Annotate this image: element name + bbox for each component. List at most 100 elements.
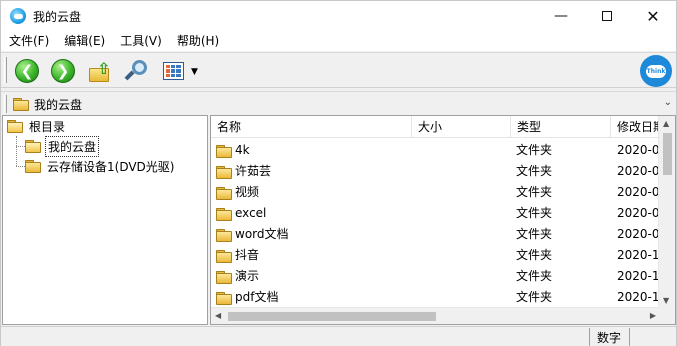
item-date: 2020-0 bbox=[617, 143, 660, 157]
toolbar-grip[interactable] bbox=[4, 57, 7, 83]
folder-icon bbox=[216, 249, 232, 263]
tree-item-my-cloud[interactable]: 我的云盘 bbox=[25, 135, 100, 157]
column-size-header[interactable]: 大小 bbox=[412, 116, 511, 138]
title-bar: 我的云盘 — ✕ bbox=[1, 1, 676, 31]
item-name: excel bbox=[235, 206, 267, 220]
vertical-scroll-thumb[interactable] bbox=[663, 133, 672, 175]
item-size bbox=[416, 140, 511, 161]
item-date: 2020-0 bbox=[617, 227, 660, 241]
item-date: 2020-0 bbox=[617, 206, 660, 220]
item-size bbox=[416, 203, 511, 224]
item-date: 2020-1 bbox=[617, 248, 660, 262]
horizontal-scroll-thumb[interactable] bbox=[228, 312, 436, 321]
tree-item-cloud-device[interactable]: 云存储设备1(DVD光驱) bbox=[25, 157, 176, 175]
item-name: 4k bbox=[235, 143, 250, 157]
scroll-up-icon[interactable]: ▲ bbox=[663, 119, 669, 128]
scroll-left-icon[interactable]: ◀ bbox=[215, 311, 221, 320]
folder-icon bbox=[13, 98, 29, 111]
status-divider bbox=[629, 328, 630, 346]
search-icon bbox=[124, 59, 148, 83]
menu-help[interactable]: 帮助(H) bbox=[170, 31, 226, 51]
up-folder-button[interactable]: ⇧ bbox=[86, 57, 114, 85]
address-path: 我的云盘 bbox=[34, 97, 83, 112]
folder-icon bbox=[216, 291, 232, 305]
folder-tree: 根目录 我的云盘 云存储设备1(DVD光驱) bbox=[2, 115, 208, 325]
menu-tools[interactable]: 工具(V) bbox=[113, 31, 169, 51]
folder-icon bbox=[216, 144, 232, 158]
list-item[interactable]: pdf文档 文件夹 2020-1 bbox=[211, 287, 661, 308]
tree-item-label: 我的云盘 bbox=[45, 135, 100, 157]
status-bar: 数字 bbox=[1, 326, 676, 346]
tree-item-root[interactable]: 根目录 bbox=[7, 117, 67, 135]
folder-icon bbox=[216, 207, 232, 221]
address-field[interactable]: 我的云盘 bbox=[13, 94, 663, 114]
list-item[interactable]: 许茹芸 文件夹 2020-0 bbox=[211, 161, 661, 182]
column-name-header[interactable]: 名称 bbox=[211, 116, 412, 138]
item-type: 文件夹 bbox=[516, 143, 553, 157]
list-header: 名称 大小 类型 修改日期 bbox=[211, 116, 675, 138]
item-type: 文件夹 bbox=[516, 227, 553, 241]
folder-open-icon bbox=[25, 140, 41, 153]
list-item[interactable]: 演示 文件夹 2020-1 bbox=[211, 266, 661, 287]
minimize-button[interactable]: — bbox=[538, 1, 584, 31]
item-date: 2020-1 bbox=[617, 269, 660, 283]
cloud-app-icon bbox=[10, 8, 26, 24]
tree-connector bbox=[16, 136, 17, 166]
back-button[interactable]: ❮ bbox=[13, 57, 41, 85]
column-type-header[interactable]: 类型 bbox=[511, 116, 611, 138]
item-name: 视频 bbox=[235, 185, 260, 199]
search-button[interactable] bbox=[122, 57, 150, 85]
folder-icon bbox=[25, 160, 41, 173]
address-dropdown-icon[interactable]: ⌄ bbox=[664, 97, 672, 108]
folder-icon bbox=[216, 165, 232, 179]
menu-file[interactable]: 文件(F) bbox=[2, 31, 56, 51]
view-dropdown-caret-icon[interactable]: ▼ bbox=[191, 67, 198, 77]
view-mode-button[interactable] bbox=[159, 57, 187, 85]
item-size bbox=[416, 161, 511, 182]
item-date: 2020-0 bbox=[617, 164, 660, 178]
vertical-scrollbar[interactable]: ▲ ▼ bbox=[658, 116, 675, 308]
status-divider bbox=[589, 328, 590, 346]
close-icon: ✕ bbox=[646, 6, 660, 26]
item-name: 抖音 bbox=[235, 248, 260, 262]
item-name: 许茹芸 bbox=[235, 164, 272, 178]
menu-bar: 文件(F) 编辑(E) 工具(V) 帮助(H) bbox=[1, 31, 676, 51]
item-type: 文件夹 bbox=[516, 269, 553, 283]
item-type: 文件夹 bbox=[516, 185, 553, 199]
address-grip[interactable] bbox=[4, 95, 7, 113]
brand-logo-icon: Think bbox=[640, 55, 672, 87]
list-item[interactable]: 4k 文件夹 2020-0 bbox=[211, 140, 661, 161]
item-type: 文件夹 bbox=[516, 164, 553, 178]
item-name: 演示 bbox=[235, 269, 260, 283]
folder-up-icon: ⇧ bbox=[88, 59, 112, 82]
status-num-lock: 数字 bbox=[597, 331, 622, 345]
list-item[interactable]: 视频 文件夹 2020-0 bbox=[211, 182, 661, 203]
item-size bbox=[416, 287, 511, 308]
list-item[interactable]: word文档 文件夹 2020-0 bbox=[211, 224, 661, 245]
scroll-down-icon[interactable]: ▼ bbox=[663, 296, 669, 305]
folder-open-icon bbox=[7, 120, 23, 133]
maximize-button[interactable] bbox=[584, 1, 630, 31]
item-name: word文档 bbox=[235, 227, 289, 241]
forward-button[interactable]: ❯ bbox=[49, 57, 77, 85]
file-list: 名称 大小 类型 修改日期 4k 文件夹 2020-0 许茹芸 文件夹 2020… bbox=[210, 115, 676, 325]
menu-edit[interactable]: 编辑(E) bbox=[57, 31, 112, 51]
item-size bbox=[416, 266, 511, 287]
list-item[interactable]: 抖音 文件夹 2020-1 bbox=[211, 245, 661, 266]
folder-icon bbox=[216, 186, 232, 200]
tree-connector bbox=[16, 146, 25, 147]
item-size bbox=[416, 224, 511, 245]
item-type: 文件夹 bbox=[516, 206, 553, 220]
tree-connector bbox=[16, 166, 25, 167]
scroll-right-icon[interactable]: ▶ bbox=[650, 311, 656, 320]
minimize-icon: — bbox=[554, 8, 568, 24]
address-bar: 我的云盘 ⌄ bbox=[1, 91, 676, 115]
item-size bbox=[416, 182, 511, 203]
close-button[interactable]: ✕ bbox=[630, 1, 676, 31]
item-date: 2020-1 bbox=[617, 290, 660, 304]
tree-item-label: 云存储设备1(DVD光驱) bbox=[47, 159, 175, 174]
list-item[interactable]: excel 文件夹 2020-0 bbox=[211, 203, 661, 224]
item-type: 文件夹 bbox=[516, 248, 553, 262]
folder-icon bbox=[216, 270, 232, 284]
horizontal-scrollbar[interactable]: ◀ ▶ bbox=[211, 307, 660, 324]
